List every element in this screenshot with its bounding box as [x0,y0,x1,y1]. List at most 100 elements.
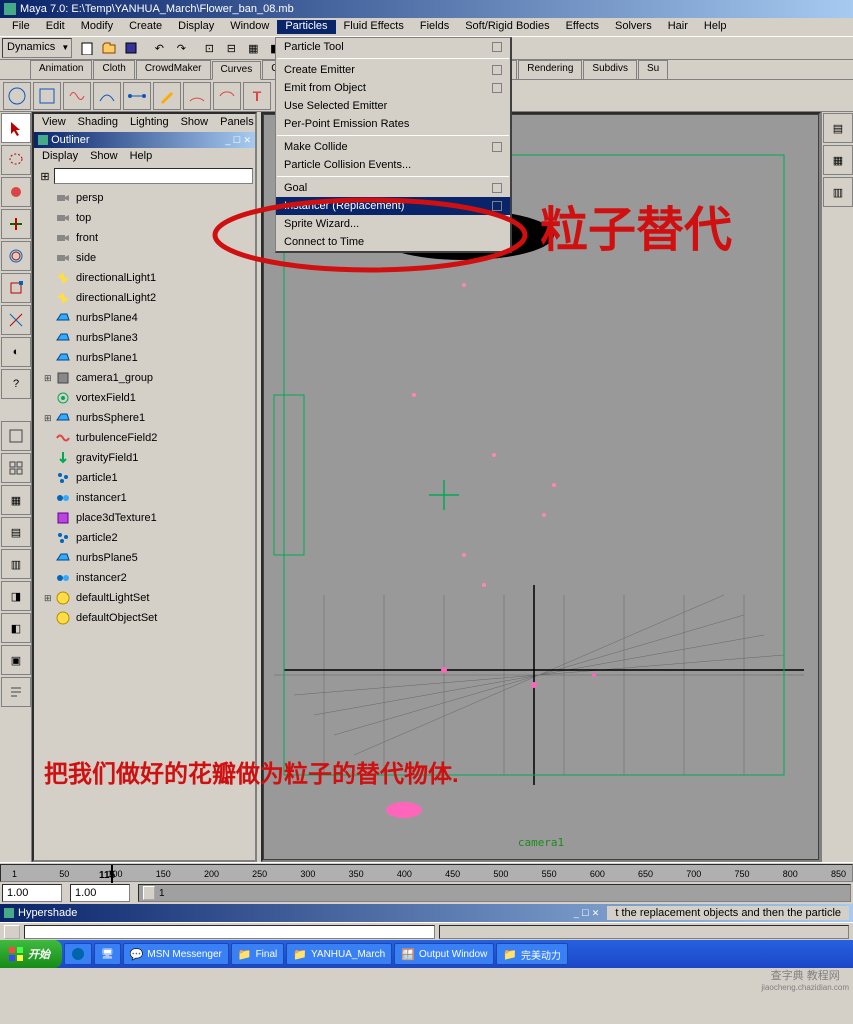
menu-effects[interactable]: Effects [558,20,607,34]
viewmenu-panels[interactable]: Panels [214,116,260,130]
menu-hair[interactable]: Hair [660,20,696,34]
outliner-search-input[interactable] [54,168,253,184]
layout-preset5[interactable]: ◧ [1,613,31,643]
layout-preset3[interactable]: ▥ [1,549,31,579]
shelf-arc[interactable] [183,82,211,110]
new-button[interactable] [76,37,98,59]
menu-file[interactable]: File [4,20,38,34]
expand-icon[interactable]: ⊞ [44,593,54,604]
start-button[interactable]: 开始 [0,940,62,968]
four-view[interactable] [1,453,31,483]
viewmenu-shading[interactable]: Shading [72,116,124,130]
tree-item-side[interactable]: side [36,248,253,268]
soft-mod-tool[interactable]: ◐ [1,337,31,367]
taskbar-final[interactable]: 📁Final [231,943,284,965]
shelf-cv[interactable] [93,82,121,110]
tab-subdivs[interactable]: Subdivs [583,60,637,79]
option-box-icon[interactable] [492,183,502,193]
move-tool[interactable] [1,209,31,239]
tree-item-persp[interactable]: persp [36,188,253,208]
outmenu-help[interactable]: Help [124,150,159,164]
menu-create[interactable]: Create [121,20,170,34]
option-box-icon[interactable] [492,65,502,75]
select-edge-button[interactable]: ⊟ [220,37,242,59]
shelf-text[interactable]: T [243,82,271,110]
tool-settings-toggle[interactable]: ▦ [823,145,853,175]
viewmenu-lighting[interactable]: Lighting [124,116,175,130]
mel-toggle[interactable] [4,925,20,939]
single-view[interactable] [1,421,31,451]
option-box-icon[interactable] [492,42,502,52]
pmenu-make-collide[interactable]: Make Collide [276,138,510,156]
manip-tool[interactable] [1,305,31,335]
viewmenu-view[interactable]: View [36,116,72,130]
open-button[interactable] [98,37,120,59]
layout-preset2[interactable]: ▤ [1,517,31,547]
tree-item-directionalLight2[interactable]: directionalLight2 [36,288,253,308]
shelf-circle[interactable] [3,82,31,110]
range-start[interactable] [2,884,62,902]
expand-icon[interactable]: ⊞ [44,373,54,384]
menu-solvers[interactable]: Solvers [607,20,660,34]
outmenu-display[interactable]: Display [36,150,84,164]
tree-item-camera1_group[interactable]: ⊞camera1_group [36,368,253,388]
menu-display[interactable]: Display [170,20,222,34]
tab-curves[interactable]: Curves [212,61,262,80]
tree-item-top[interactable]: top [36,208,253,228]
viewmenu-show[interactable]: Show [175,116,215,130]
command-input[interactable] [24,925,435,939]
tree-item-directionalLight1[interactable]: directionalLight1 [36,268,253,288]
tree-item-nurbsPlane3[interactable]: nurbsPlane3 [36,328,253,348]
pmenu-sprite-wizard---[interactable]: Sprite Wizard... [276,215,510,233]
pmenu-particle-collision-events---[interactable]: Particle Collision Events... [276,156,510,174]
layout-preset6[interactable]: ▣ [1,645,31,675]
tab-crowdmaker[interactable]: CrowdMaker [136,60,211,79]
last-tool[interactable]: ? [1,369,31,399]
tab-su[interactable]: Su [638,60,668,79]
shelf-ep[interactable] [123,82,151,110]
select-vert-button[interactable]: ⊡ [198,37,220,59]
range-slider-handle[interactable] [143,886,155,900]
menu-fluideffects[interactable]: Fluid Effects [336,20,412,34]
shelf-pencil[interactable] [153,82,181,110]
pmenu-connect-to-time[interactable]: Connect to Time [276,233,510,251]
tree-item-instancer2[interactable]: instancer2 [36,568,253,588]
option-box-icon[interactable] [492,201,502,211]
tab-cloth[interactable]: Cloth [93,60,134,79]
shelf-square[interactable] [33,82,61,110]
quick-launch-desktop[interactable]: 🖥 [94,943,121,965]
menu-particles[interactable]: Particles [277,20,335,34]
menu-modify[interactable]: Modify [73,20,121,34]
layout-preset1[interactable]: ▦ [1,485,31,515]
tree-item-gravityField1[interactable]: gravityField1 [36,448,253,468]
outliner-controls[interactable]: _ ☐ ✕ [225,135,251,146]
rotate-tool[interactable] [1,241,31,271]
menu-help[interactable]: Help [696,20,735,34]
tree-item-place3dTexture1[interactable]: place3dTexture1 [36,508,253,528]
pmenu-emit-from-object[interactable]: Emit from Object [276,79,510,97]
quick-launch-ie[interactable] [64,943,92,965]
taskbar-[interactable]: 📁完美动力 [496,943,568,965]
select-tool[interactable] [1,113,31,143]
undo-button[interactable]: ↶ [148,37,170,59]
taskbar-outputwindow[interactable]: 🪟Output Window [394,943,494,965]
taskbar-yanhuamarch[interactable]: 📁YANHUA_March [286,943,392,965]
channel-box-toggle[interactable]: ▥ [823,177,853,207]
select-face-button[interactable]: ▦ [242,37,264,59]
outmenu-show[interactable]: Show [84,150,124,164]
tree-item-instancer1[interactable]: instancer1 [36,488,253,508]
pmenu-per-point-emission-rates[interactable]: Per-Point Emission Rates [276,115,510,133]
scale-tool[interactable] [1,273,31,303]
pmenu-create-emitter[interactable]: Create Emitter [276,61,510,79]
taskbar-msnmessenger[interactable]: 💬MSN Messenger [123,943,229,965]
mode-dropdown[interactable]: Dynamics [2,38,72,58]
tree-item-nurbsPlane5[interactable]: nurbsPlane5 [36,548,253,568]
tree-item-defaultObjectSet[interactable]: defaultObjectSet [36,608,253,628]
timeline-ruler[interactable]: 115 150100150200250300350400450500550600… [0,864,853,882]
option-box-icon[interactable] [492,142,502,152]
pmenu-use-selected-emitter[interactable]: Use Selected Emitter [276,97,510,115]
shelf-arc3[interactable] [213,82,241,110]
hypershade-controls[interactable]: _ ☐ ✕ [574,908,600,919]
tree-item-particle1[interactable]: particle1 [36,468,253,488]
redo-button[interactable]: ↷ [170,37,192,59]
